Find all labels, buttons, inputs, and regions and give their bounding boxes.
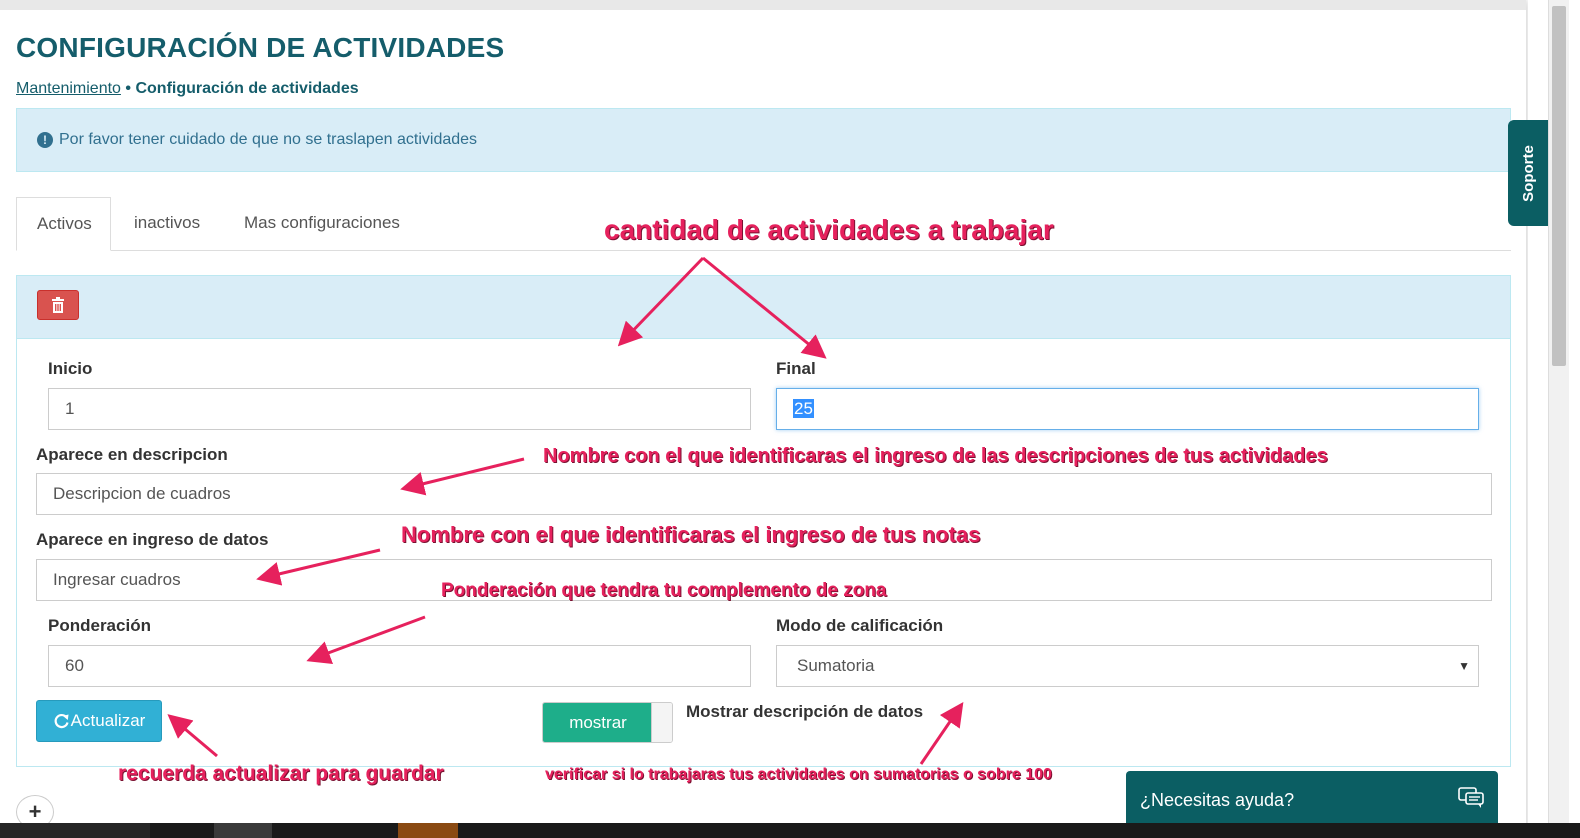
annotation-ponderacion: Ponderación que tendra tu complemento de…	[441, 580, 887, 601]
final-input[interactable]: 25	[776, 388, 1479, 430]
inicio-input[interactable]: 1	[48, 388, 751, 430]
support-tab[interactable]: Soporte	[1508, 120, 1548, 226]
help-chat-widget[interactable]: ¿Necesitas ayuda?	[1126, 771, 1498, 829]
tab-mas-configuraciones[interactable]: Mas configuraciones	[224, 197, 420, 249]
os-taskbar	[0, 823, 1580, 838]
inicio-label: Inicio	[48, 359, 93, 378]
mostrar-toggle[interactable]: mostrar	[542, 702, 673, 743]
breadcrumb: Mantenimiento • Configuración de activid…	[16, 80, 359, 98]
trash-icon	[52, 297, 64, 313]
taskbar-segment	[0, 823, 150, 838]
support-tab-label: Soporte	[1519, 144, 1537, 202]
modo-label: Modo de calificación	[776, 616, 944, 635]
ponderacion-input[interactable]: 60	[48, 645, 751, 687]
panel-header	[17, 276, 1510, 339]
annotation-cantidad: cantidad de actividades a trabajar	[604, 214, 1054, 245]
tab-inactivos[interactable]: inactivos	[114, 197, 220, 249]
breadcrumb-current: Configuración de actividades	[135, 80, 359, 97]
update-button-label: Actualizar	[70, 711, 146, 730]
dropdown-caret-icon: ▼	[1458, 659, 1470, 673]
activity-panel	[16, 275, 1511, 767]
alert-text: Por favor tener cuidado de que no se tra…	[59, 131, 478, 148]
page-title: CONFIGURACIÓN DE ACTIVIDADES	[16, 32, 505, 63]
modo-select-value: Sumatoria	[797, 656, 875, 675]
breadcrumb-link-mantenimiento[interactable]: Mantenimiento	[16, 80, 121, 97]
toggle-handle[interactable]	[651, 703, 672, 742]
ponderacion-label: Ponderación	[48, 616, 151, 635]
help-label: ¿Necesitas ayuda?	[1140, 789, 1295, 810]
toggle-caption: Mostrar descripción de datos	[686, 702, 924, 721]
refresh-icon	[54, 713, 69, 728]
update-button[interactable]: Actualizar	[36, 700, 162, 742]
modo-select[interactable]: Sumatoria ▼	[776, 645, 1479, 687]
annotation-verificar: verificar si lo trabajaras tus actividad…	[545, 766, 1052, 783]
final-input-value: 25	[793, 399, 814, 418]
info-circle-icon: !	[37, 132, 53, 148]
scrollbar-thumb[interactable]	[1552, 6, 1566, 366]
annotation-nombre-notas: Nombre con el que identificaras el ingre…	[401, 522, 981, 547]
delete-button[interactable]	[37, 290, 79, 320]
final-label: Final	[776, 359, 816, 378]
tab-activos[interactable]: Activos	[16, 197, 111, 251]
chat-bubbles-icon	[1458, 787, 1484, 808]
breadcrumb-separator: •	[125, 80, 132, 97]
plus-icon: +	[28, 799, 42, 824]
toggle-on-label: mostrar	[543, 703, 653, 742]
vertical-scrollbar[interactable]	[1548, 0, 1569, 838]
annotation-nombre-descripcion: Nombre con el que identificaras el ingre…	[543, 445, 1328, 467]
taskbar-segment	[398, 823, 458, 838]
taskbar-segment	[214, 823, 272, 838]
annotation-recuerda: recuerda actualizar para guardar	[118, 762, 444, 785]
ingreso-label: Aparece en ingreso de datos	[36, 530, 269, 549]
descripcion-label: Aparece en descripcion	[36, 445, 228, 464]
descripcion-input[interactable]: Descripcion de cuadros	[36, 473, 1492, 515]
info-alert: ! Por favor tener cuidado de que no se t…	[16, 108, 1511, 172]
